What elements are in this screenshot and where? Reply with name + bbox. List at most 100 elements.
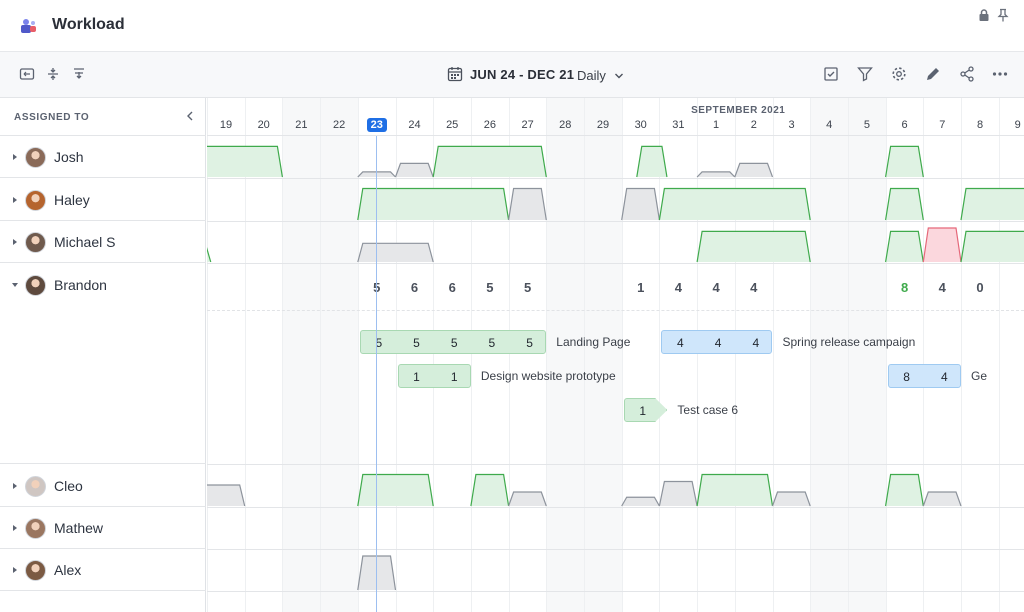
- day-label[interactable]: 27: [509, 119, 547, 131]
- workload-block[interactable]: [508, 492, 547, 506]
- day-label[interactable]: 30: [622, 119, 660, 131]
- workload-track: [357, 187, 1024, 221]
- task-name[interactable]: Test case 6: [677, 403, 738, 417]
- task-hours: 4: [677, 336, 684, 350]
- day-label[interactable]: 4: [810, 119, 848, 131]
- day-label[interactable]: 3: [773, 119, 811, 131]
- share-icon[interactable]: [958, 65, 976, 83]
- daily-total: 1: [637, 280, 645, 295]
- day-label[interactable]: 7: [923, 119, 961, 131]
- workload-block[interactable]: [923, 492, 961, 506]
- day-label[interactable]: 23: [358, 118, 396, 132]
- task-hours: 4: [752, 336, 760, 350]
- task-name[interactable]: Design website prototype: [481, 369, 616, 383]
- day-label[interactable]: 8: [961, 119, 999, 131]
- collapse-view-icon[interactable]: [18, 65, 36, 83]
- day-label[interactable]: 6: [886, 119, 924, 131]
- caret-right-icon[interactable]: [11, 196, 19, 204]
- assignee-row-brandon[interactable]: Brandon: [0, 263, 206, 464]
- workload-block[interactable]: [961, 188, 1024, 221]
- caret-right-icon[interactable]: [11, 238, 19, 246]
- task-bar[interactable]: 5 5 5 5 5: [359, 330, 547, 354]
- workload-block[interactable]: [470, 474, 509, 507]
- day-label[interactable]: 24: [396, 119, 434, 131]
- workload-block[interactable]: [697, 474, 773, 507]
- caret-right-icon[interactable]: [11, 153, 19, 161]
- day-number: 19: [219, 119, 233, 131]
- workload-block[interactable]: [659, 188, 811, 221]
- assigned-to-label: ASSIGNED TO: [14, 112, 90, 123]
- workload-block[interactable]: [357, 243, 434, 262]
- workload-block[interactable]: [433, 146, 547, 177]
- workload-block[interactable]: [395, 163, 434, 177]
- task-hours: 1: [639, 404, 647, 418]
- day-label[interactable]: 25: [433, 119, 471, 131]
- workload-block[interactable]: [357, 188, 509, 221]
- check-square-icon[interactable]: [822, 65, 840, 83]
- workload-block[interactable]: [357, 474, 434, 507]
- day-label[interactable]: 21: [282, 119, 320, 131]
- task-name[interactable]: Ge: [971, 369, 987, 383]
- day-label[interactable]: 28: [546, 119, 584, 131]
- pencil-icon[interactable]: [924, 65, 942, 83]
- workload-track: [207, 227, 1024, 263]
- assignee-row-michael-s[interactable]: Michael S: [0, 221, 206, 263]
- workload-block[interactable]: [621, 188, 660, 221]
- workload-block[interactable]: [659, 481, 698, 507]
- date-range[interactable]: JUN 24 - DEC 21: [470, 67, 574, 82]
- compress-rows-icon[interactable]: [44, 65, 62, 83]
- day-label[interactable]: 22: [320, 119, 358, 131]
- day-label[interactable]: 19: [207, 119, 245, 131]
- workload-block[interactable]: [207, 485, 245, 506]
- task-name[interactable]: Landing Page: [556, 335, 630, 349]
- day-number: 8: [976, 119, 984, 131]
- workload-block[interactable]: [734, 163, 773, 177]
- view-mode-select[interactable]: Daily: [577, 68, 624, 83]
- lock-icon[interactable]: [977, 8, 991, 22]
- workload-block[interactable]: [207, 146, 283, 177]
- day-label[interactable]: 29: [584, 119, 622, 131]
- caret-right-icon[interactable]: [11, 524, 19, 532]
- caret-down-icon[interactable]: [11, 281, 19, 289]
- workload-block[interactable]: [697, 231, 811, 262]
- task-bar[interactable]: 84: [887, 364, 961, 388]
- workload-block[interactable]: [621, 497, 660, 506]
- workload-block[interactable]: [697, 171, 735, 177]
- day-label[interactable]: 2: [735, 119, 773, 131]
- task-bar[interactable]: 11: [397, 364, 471, 388]
- chevron-left-icon[interactable]: [184, 110, 196, 122]
- expand-rows-icon[interactable]: [70, 65, 88, 83]
- workload-block[interactable]: [923, 228, 961, 262]
- assignee-row-josh[interactable]: Josh: [0, 136, 206, 178]
- workload-block[interactable]: [961, 231, 1024, 262]
- day-label[interactable]: 1: [697, 119, 735, 131]
- more-icon[interactable]: [991, 65, 1009, 83]
- day-number: 21: [295, 119, 308, 131]
- pin-icon[interactable]: [996, 8, 1010, 22]
- workload-block[interactable]: [885, 474, 924, 507]
- assignee-row-alex[interactable]: Alex: [0, 549, 206, 591]
- workload-block[interactable]: [885, 188, 924, 221]
- day-label[interactable]: 20: [245, 119, 283, 131]
- assignee-row-haley[interactable]: Haley: [0, 178, 206, 221]
- calendar-icon[interactable]: [446, 65, 464, 83]
- day-label[interactable]: 9: [999, 119, 1024, 131]
- caret-right-icon[interactable]: [11, 566, 19, 574]
- workload-block[interactable]: [885, 146, 924, 177]
- filter-icon[interactable]: [856, 65, 874, 83]
- task-bar[interactable]: 4 4 4: [661, 330, 773, 354]
- assignee-row-mathew[interactable]: Mathew: [0, 507, 206, 549]
- day-label[interactable]: 5: [848, 119, 886, 131]
- daily-total: 4: [750, 280, 758, 295]
- gear-icon[interactable]: [890, 65, 908, 83]
- workload-block[interactable]: [772, 492, 811, 506]
- workload-block[interactable]: [885, 231, 924, 262]
- day-label[interactable]: 26: [471, 119, 509, 131]
- workload-block[interactable]: [508, 188, 547, 221]
- task-name[interactable]: Spring release campaign: [783, 335, 916, 349]
- day-label[interactable]: 31: [659, 119, 697, 131]
- task-hours: 4: [940, 370, 948, 384]
- assignee-row-cleo[interactable]: Cleo: [0, 464, 206, 507]
- assignee-sidebar: ASSIGNED TO Josh Haley Michael S Brandon Cle…: [0, 98, 206, 612]
- caret-right-icon[interactable]: [11, 482, 19, 490]
